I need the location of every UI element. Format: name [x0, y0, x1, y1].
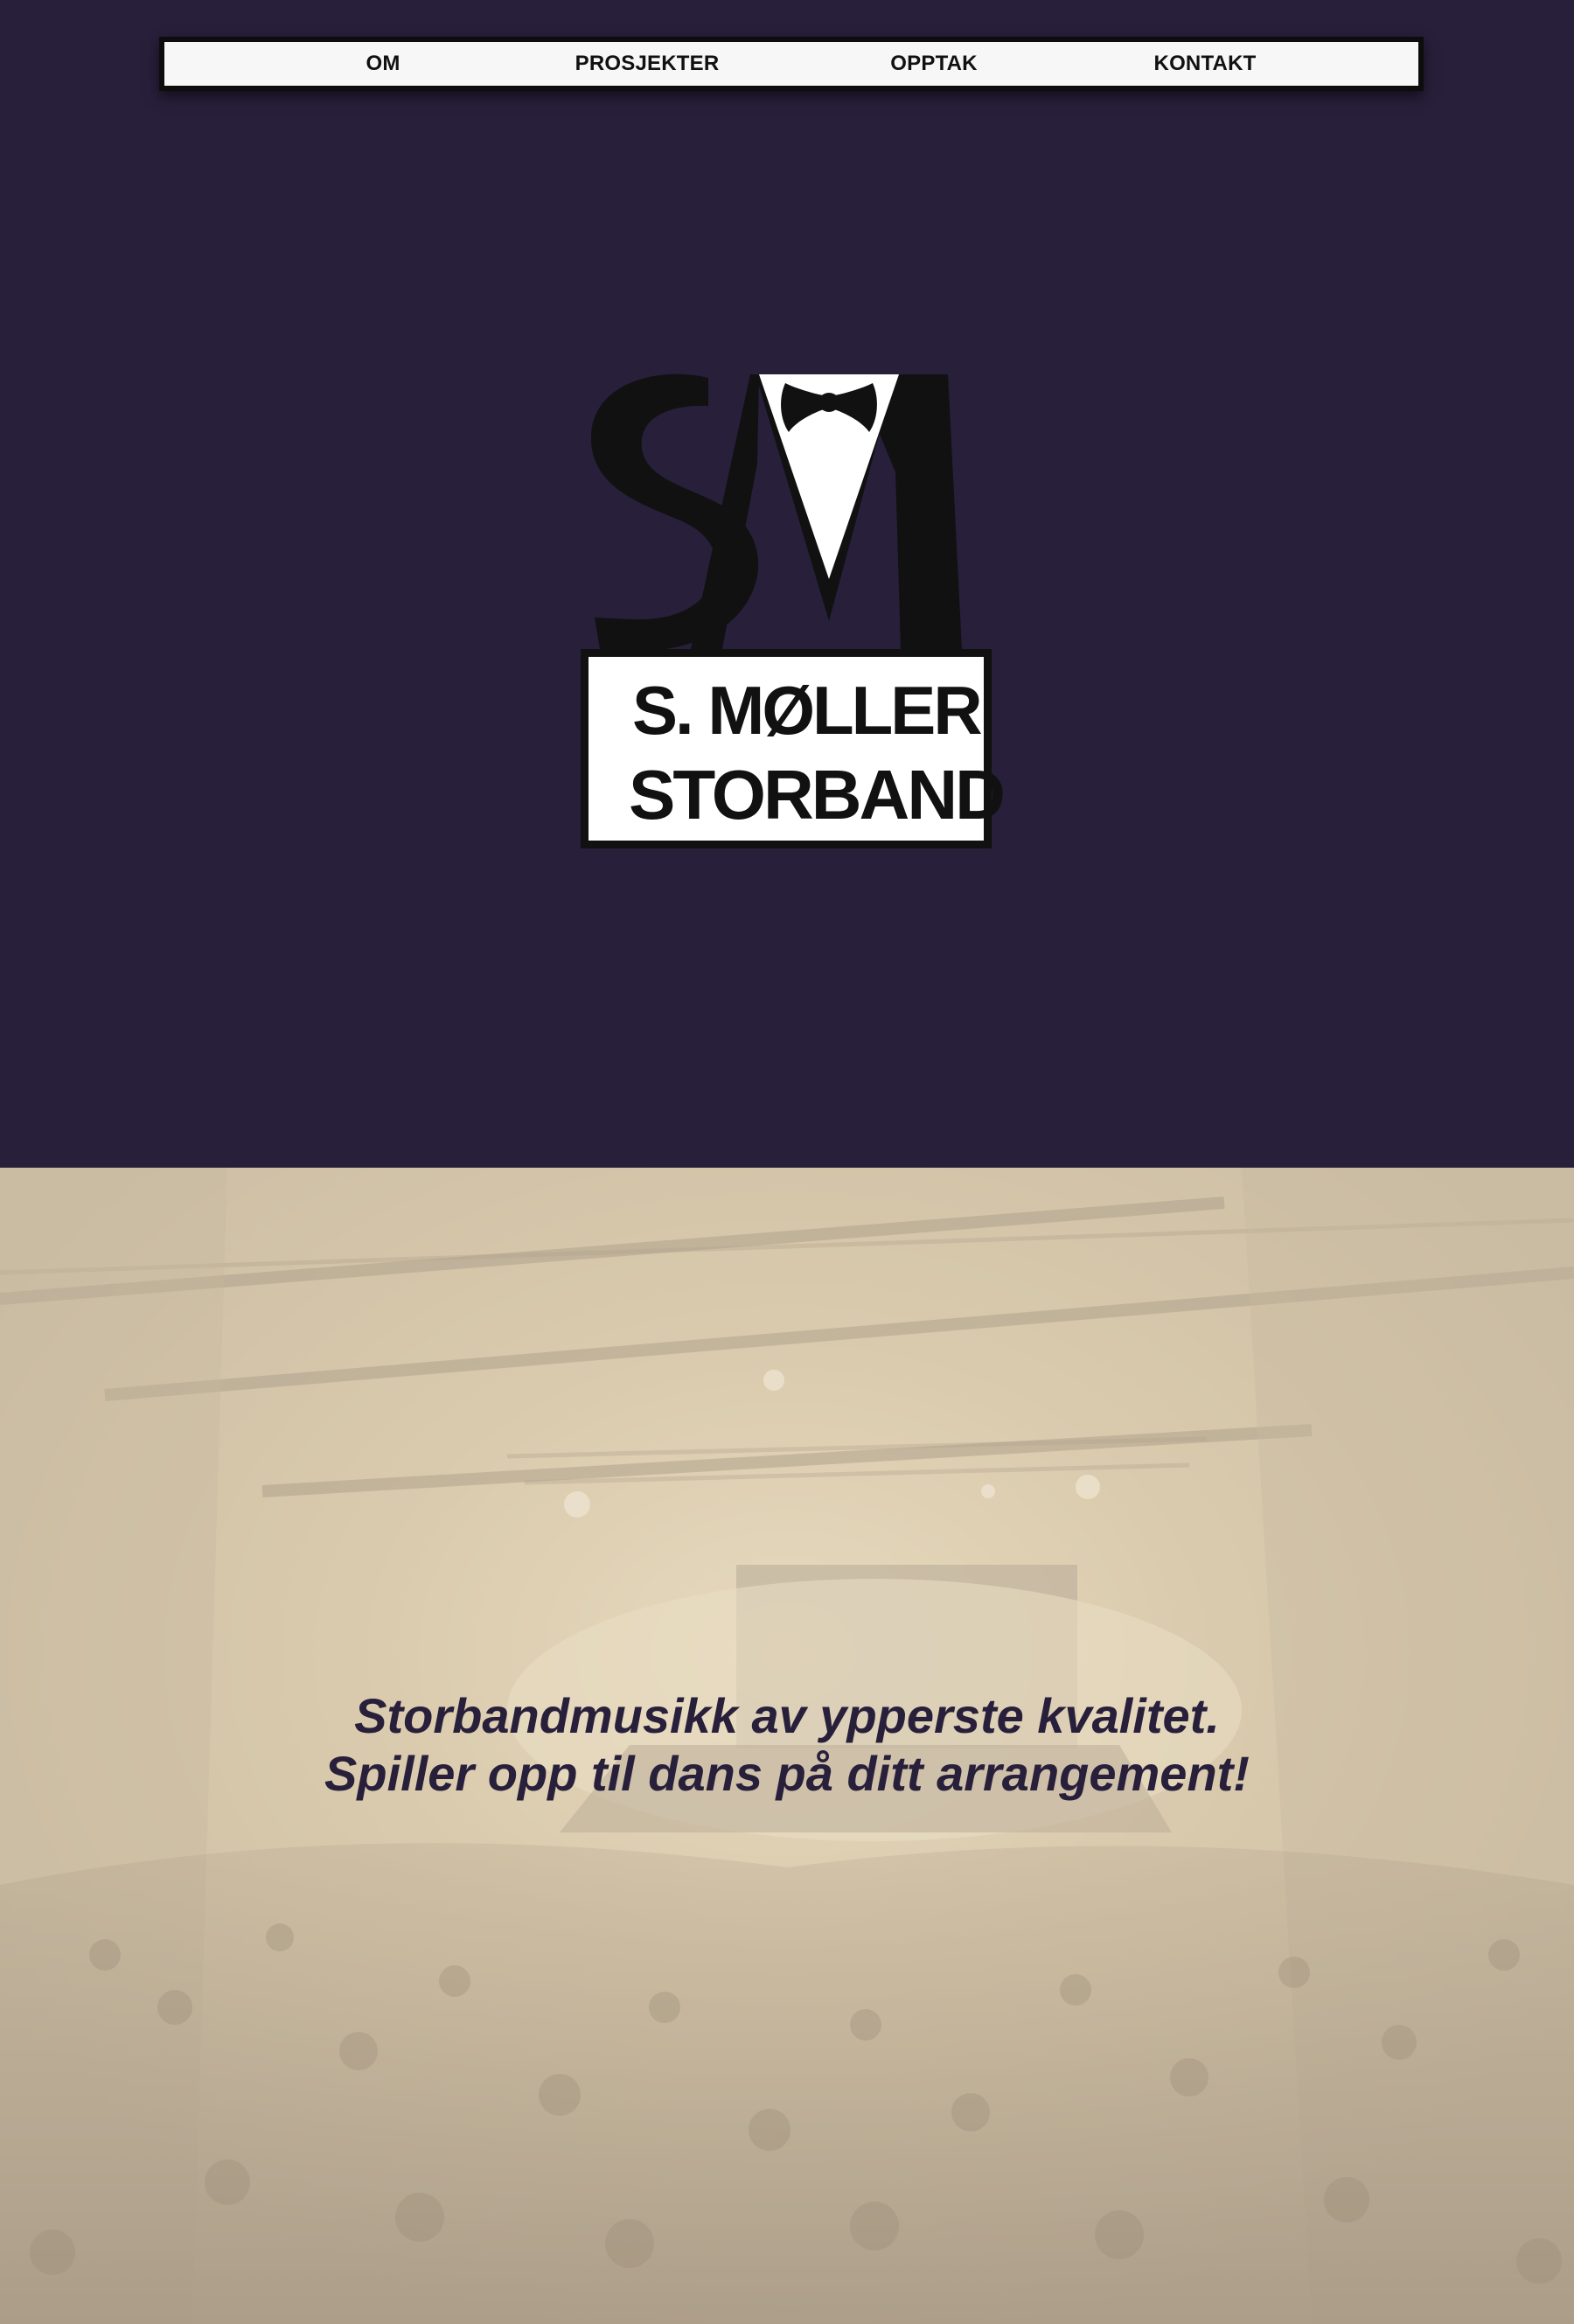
sm-monogram-logo	[590, 373, 962, 652]
nav-item-prosjekter[interactable]: PROSJEKTER	[575, 42, 720, 86]
tagline-line-1: Storbandmusikk av ypperste kvalitet.	[354, 1688, 1220, 1743]
top-navigation: OM PROSJEKTER OPPTAK KONTAKT	[159, 37, 1424, 91]
logo-line-1: S. MØLLER	[632, 672, 983, 749]
hero-section: OM PROSJEKTER OPPTAK KONTAKT S. MØLLER S…	[0, 0, 1574, 1168]
logo-name-box: S. MØLLER STORBAND	[581, 649, 1006, 848]
logo-line-2: STORBAND	[629, 756, 1006, 834]
nav-item-om[interactable]: OM	[366, 42, 400, 86]
tagline: Storbandmusikk av ypperste kvalitet. Spi…	[0, 1687, 1574, 1803]
tagline-line-2: Spiller opp til dans på ditt arrangement…	[324, 1746, 1250, 1801]
nav-item-opptak[interactable]: OPPTAK	[890, 42, 977, 86]
concert-hero-image: Storbandmusikk av ypperste kvalitet. Spi…	[0, 1168, 1574, 2324]
band-logo[interactable]: S. MØLLER STORBAND	[577, 367, 1006, 857]
nav-item-kontakt[interactable]: KONTAKT	[1154, 42, 1257, 86]
